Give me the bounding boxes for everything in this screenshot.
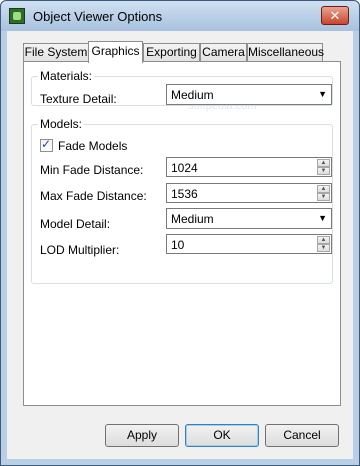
options-dialog: Object Viewer Options ✕ File System Grap…: [0, 0, 360, 466]
ok-button[interactable]: OK: [185, 424, 259, 447]
texture-detail-value: Medium: [171, 88, 214, 102]
apply-button[interactable]: Apply: [105, 424, 179, 447]
lod-multiplier-value: 10: [171, 238, 185, 252]
dialog-client-area: File System Graphics Exporting Camera Mi…: [7, 31, 353, 459]
max-fade-distance-value: 1536: [171, 187, 198, 201]
max-fade-distance-label: Max Fade Distance:: [40, 189, 147, 203]
texture-detail-label: Texture Detail:: [40, 92, 117, 106]
spin-up-icon[interactable]: ▲: [317, 185, 330, 193]
tab-camera[interactable]: Camera: [200, 43, 247, 62]
lod-multiplier-spinner: ▲ ▼: [317, 236, 330, 252]
chevron-down-icon: ▼: [318, 89, 327, 99]
model-detail-value: Medium: [171, 212, 214, 226]
spin-down-icon[interactable]: ▼: [317, 167, 330, 175]
fade-models-label[interactable]: Fade Models: [58, 139, 127, 153]
min-fade-distance-input[interactable]: 1024 ▲ ▼: [166, 157, 332, 177]
spin-up-icon[interactable]: ▲: [317, 159, 330, 167]
min-fade-distance-value: 1024: [171, 161, 198, 175]
object-viewer-app-icon: [9, 8, 25, 24]
graphics-tab-panel: softpedia.com Materials: Texture Detail:…: [23, 61, 341, 406]
spin-up-icon[interactable]: ▲: [317, 236, 330, 244]
window-title: Object Viewer Options: [33, 9, 163, 24]
max-fade-distance-input[interactable]: 1536 ▲ ▼: [166, 183, 332, 203]
max-fade-spinner: ▲ ▼: [317, 185, 330, 201]
min-fade-distance-label: Min Fade Distance:: [40, 163, 144, 177]
fade-models-checkbox[interactable]: ✓: [40, 137, 53, 152]
chevron-down-icon: ▼: [318, 213, 327, 223]
close-button[interactable]: ✕: [321, 6, 349, 25]
spin-down-icon[interactable]: ▼: [317, 244, 330, 252]
lod-multiplier-input[interactable]: 10 ▲ ▼: [166, 234, 332, 254]
models-group-title: Models:: [38, 117, 85, 131]
tab-exporting[interactable]: Exporting: [143, 43, 200, 62]
title-bar[interactable]: Object Viewer Options ✕: [1, 1, 359, 31]
lod-multiplier-label: LOD Multiplier:: [40, 243, 120, 257]
checkmark-icon: ✓: [41, 137, 52, 151]
cancel-button[interactable]: Cancel: [265, 424, 339, 447]
model-detail-label: Model Detail:: [40, 217, 111, 231]
close-icon: ✕: [329, 8, 341, 23]
spin-down-icon[interactable]: ▼: [317, 193, 330, 201]
model-detail-select[interactable]: Medium ▼: [166, 208, 332, 229]
min-fade-spinner: ▲ ▼: [317, 159, 330, 175]
materials-group-title: Materials:: [38, 69, 95, 83]
tab-miscellaneous[interactable]: Miscellaneous: [247, 43, 324, 62]
texture-detail-select[interactable]: Medium ▼: [166, 84, 332, 105]
tab-file-system[interactable]: File System: [23, 43, 89, 62]
tab-graphics[interactable]: Graphics: [88, 41, 143, 63]
